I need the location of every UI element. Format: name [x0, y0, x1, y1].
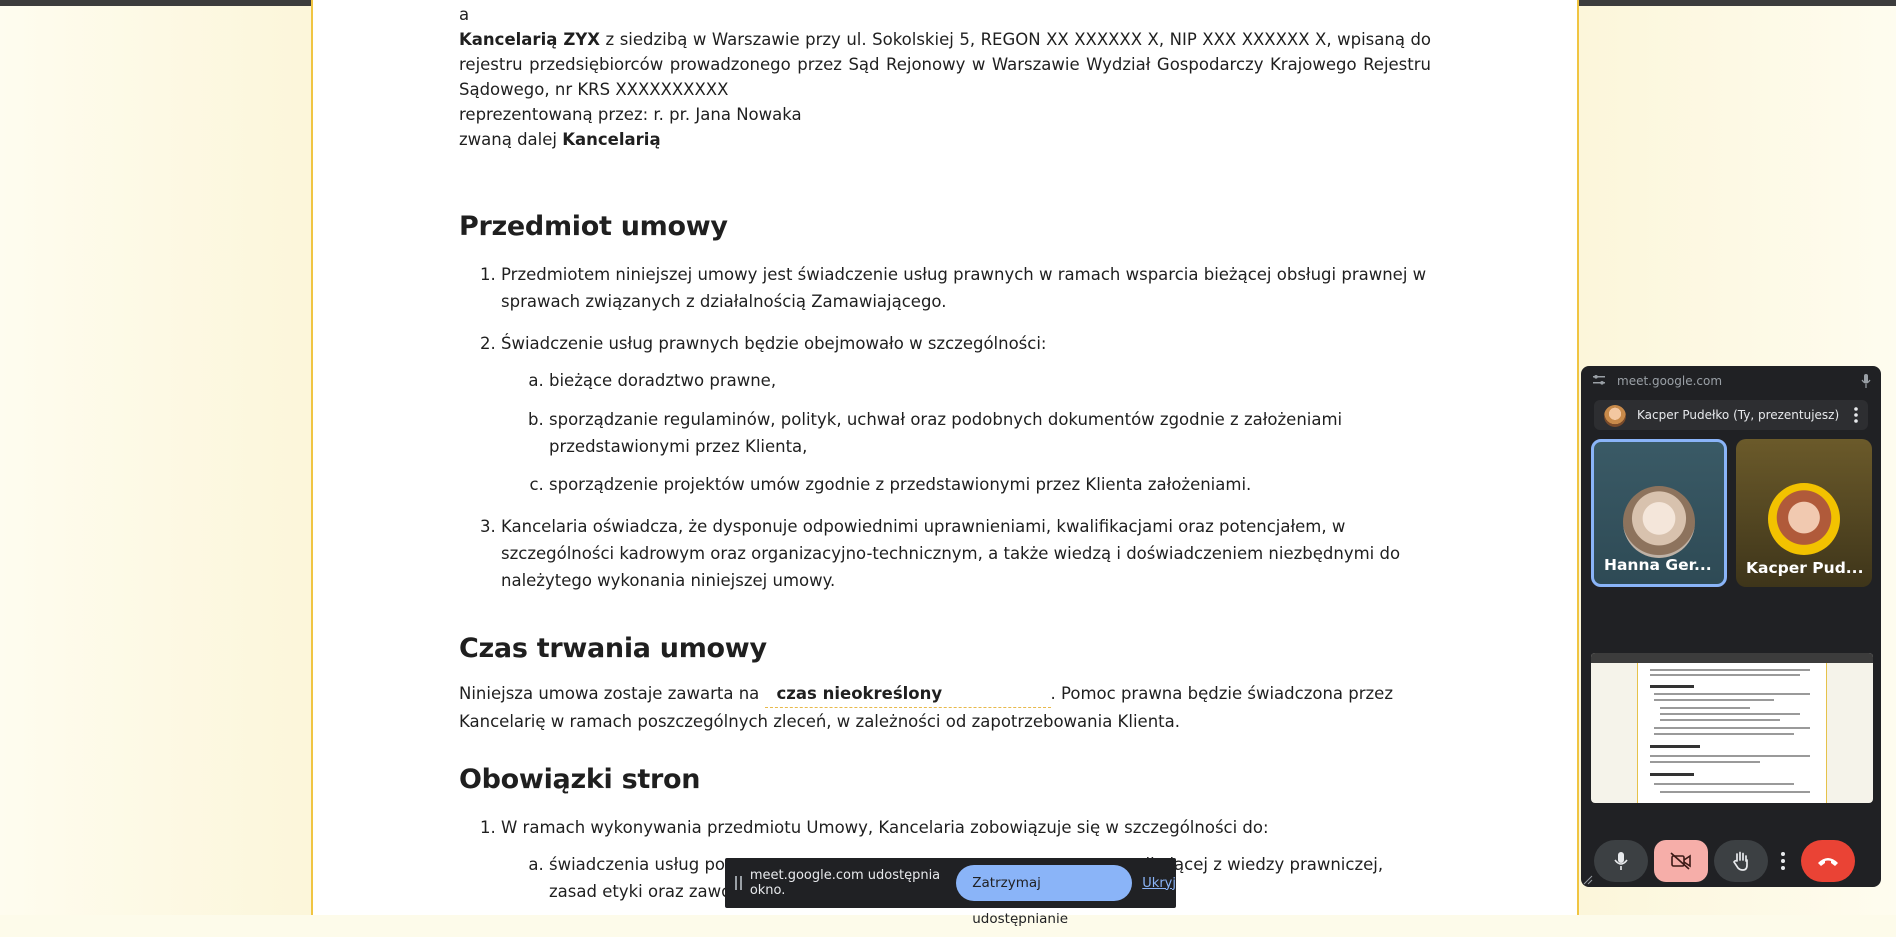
resize-handle-icon[interactable] [1583, 875, 1593, 885]
subject-list: Przedmiotem niniejszej umowy jest świadc… [459, 261, 1431, 594]
firm-details: z siedzibą w Warszawie przy ul. Sokolski… [459, 30, 1432, 99]
subject-item-1: Przedmiotem niniejszej umowy jest świadc… [501, 261, 1431, 315]
preview-line [1650, 674, 1800, 676]
page-margin-left [0, 6, 311, 915]
hand-icon [1733, 851, 1748, 871]
camera-button[interactable] [1654, 840, 1708, 882]
participant-avatar-1 [1623, 486, 1695, 558]
participant-avatar-2 [1768, 483, 1840, 555]
participant-tile-2[interactable]: Kacper Pud... [1736, 439, 1872, 587]
subject-item-3-text: Kancelaria oświadcza, że dysponuje odpow… [501, 517, 1401, 590]
share-message: meet.google.com udostępnia okno. [749, 868, 941, 898]
pip-url: meet.google.com [1617, 374, 1723, 388]
document-page[interactable]: a Kancelarią ZYX z siedzibą w Warszawie … [311, 0, 1579, 915]
microphone-icon [1614, 852, 1628, 870]
preview-line [1650, 755, 1810, 757]
more-actions-button[interactable] [1773, 840, 1793, 882]
microphone-button[interactable] [1594, 840, 1648, 882]
section-title-duties: Obowiązki stron [459, 764, 701, 795]
called-prefix: zwaną dalej [459, 130, 563, 149]
mic-indicator-icon [1861, 374, 1871, 388]
preview-line [1654, 693, 1810, 695]
drag-handle-icon[interactable] [735, 876, 742, 890]
vertical-dots-icon [1781, 852, 1785, 870]
preview-heading [1650, 773, 1694, 776]
subject-item-2-text: Świadczenie usług prawnych będzie obejmo… [501, 334, 1047, 353]
pip-url-bar: meet.google.com [1581, 366, 1881, 396]
participant-tile-1[interactable]: Hanna Ger... [1591, 439, 1727, 587]
end-call-button[interactable] [1801, 840, 1855, 882]
subject-sublist: bieżące doradztwo prawne, sporządzanie r… [501, 367, 1431, 498]
preview-line [1650, 761, 1760, 763]
section-title-duration: Czas trwania umowy [459, 633, 767, 664]
preview-topbar [1591, 653, 1873, 663]
presenter-name: Kacper Pudełko (Ty, prezentujesz) [1637, 408, 1840, 422]
preview-line [1654, 733, 1794, 735]
preview-heading [1650, 685, 1694, 688]
duration-text-before: Niniejsza umowa zostaje zawarta na [459, 684, 760, 703]
preview-line [1660, 713, 1800, 715]
section-title-subject: Przedmiot umowy [459, 211, 728, 242]
participant-name-2: Kacper Pud... [1746, 559, 1864, 577]
subject-item-1-text: Przedmiotem niniejszej umowy jest świadc… [501, 265, 1427, 311]
called-name: Kancelarią [562, 130, 661, 149]
preview-line [1660, 719, 1780, 721]
raise-hand-button[interactable] [1714, 840, 1768, 882]
meet-pip-window: meet.google.com Kacper Pudełko (Ty, prez… [1581, 366, 1881, 887]
subject-sub-b: sporządzanie regulaminów, polityk, uchwa… [549, 406, 1431, 460]
called-line: zwaną dalej Kancelarią [459, 127, 1431, 152]
call-controls [1581, 836, 1881, 886]
firm-name: Kancelarią ZYX [459, 30, 601, 49]
site-settings-icon[interactable] [1593, 375, 1605, 385]
duration-fill-field[interactable]: czas nieokreślony [764, 681, 1051, 708]
preview-line [1654, 783, 1794, 785]
screen-share-banner: meet.google.com udostępnia okno. Zatrzym… [725, 858, 1176, 927]
and-word: a [459, 5, 470, 24]
firm-paragraph: Kancelarią ZYX z siedzibą w Warszawie pr… [459, 27, 1431, 102]
hide-banner-link[interactable]: Ukryj [1142, 876, 1176, 891]
camera-off-icon [1670, 852, 1691, 870]
preview-heading [1650, 745, 1700, 748]
more-options-icon[interactable] [1854, 407, 1858, 423]
preview-page [1637, 663, 1827, 803]
preview-line [1660, 707, 1750, 709]
duties-item-1-text: W ramach wykonywania przedmiotu Umowy, K… [501, 818, 1269, 837]
subject-item-3: Kancelaria oświadcza, że dysponuje odpow… [501, 513, 1431, 594]
preview-line [1660, 791, 1810, 793]
duration-paragraph: Niniejsza umowa zostaje zawarta na czas … [459, 680, 1431, 736]
preview-line [1650, 669, 1810, 671]
document-content: a Kancelarią ZYX z siedzibą w Warszawie … [459, 2, 1431, 905]
subject-item-2: Świadczenie usług prawnych będzie obejmo… [501, 330, 1431, 498]
duties-sub-a-start: świadczenia usług po [549, 855, 726, 874]
represented-by: reprezentowaną przez: r. pr. Jana Nowaka [459, 105, 802, 124]
avatar [1604, 405, 1626, 427]
presenter-bar[interactable]: Kacper Pudełko (Ty, prezentujesz) [1594, 400, 1868, 430]
preview-line [1654, 699, 1774, 701]
shared-screen-preview[interactable] [1591, 653, 1873, 803]
preview-line [1654, 727, 1810, 729]
stop-sharing-button[interactable]: Zatrzymaj udostępnianie [956, 865, 1133, 927]
subject-sub-c: sporządzenie projektów umów zgodnie z pr… [549, 471, 1431, 498]
participant-name-1: Hanna Ger... [1604, 556, 1712, 574]
hang-up-icon [1818, 858, 1838, 866]
subject-sub-a: bieżące doradztwo prawne, [549, 367, 1431, 394]
